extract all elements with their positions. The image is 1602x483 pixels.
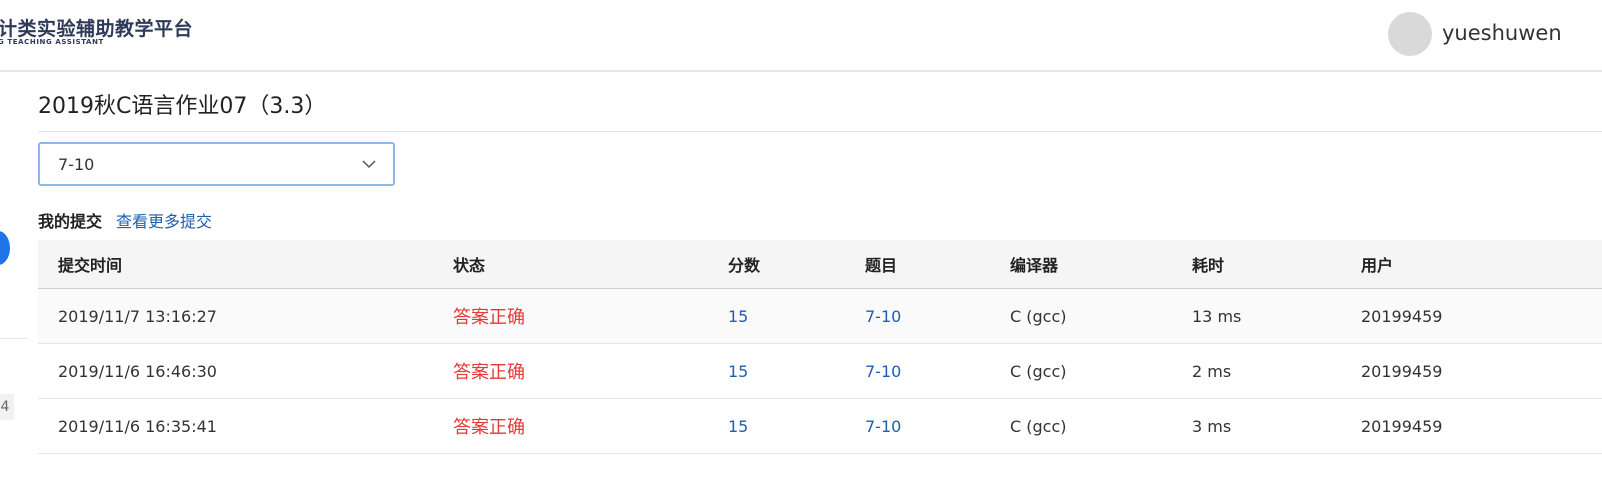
user-id: 20199459 xyxy=(1361,416,1443,436)
column-header-time[interactable]: 提交时间 xyxy=(58,240,122,288)
column-header-compiler[interactable]: 编译器 xyxy=(1010,240,1058,288)
submit-time: 2019/11/7 13:16:27 xyxy=(58,306,217,326)
column-header-user[interactable]: 用户 xyxy=(1361,240,1393,288)
sidebar-badge[interactable]: 4 xyxy=(0,394,14,420)
avatar[interactable] xyxy=(1388,12,1432,56)
column-header-duration[interactable]: 耗时 xyxy=(1192,240,1224,288)
problem-link[interactable]: 7-10 xyxy=(865,289,901,343)
score-link[interactable]: 15 xyxy=(728,344,748,398)
problem-select[interactable]: 7-10 xyxy=(38,142,395,186)
username[interactable]: yueshuwen xyxy=(1442,21,1562,45)
submissions-table: 提交时间 状态 分数 题目 编译器 耗时 用户 2019/11/7 13:16:… xyxy=(38,240,1602,454)
compiler: C (gcc) xyxy=(1010,361,1067,381)
duration: 3 ms xyxy=(1192,416,1232,436)
table-row[interactable]: 2019/11/6 16:35:41 答案正确 15 7-10 C (gcc) … xyxy=(38,399,1602,454)
user-id: 20199459 xyxy=(1361,361,1443,381)
problem-link[interactable]: 7-10 xyxy=(865,344,901,398)
user-id: 20199459 xyxy=(1361,306,1443,326)
view-more-submissions-link[interactable]: 查看更多提交 xyxy=(116,208,212,232)
submit-time: 2019/11/6 16:35:41 xyxy=(58,416,217,436)
problem-select-value: 7-10 xyxy=(58,155,95,174)
duration: 2 ms xyxy=(1192,361,1232,381)
compiler: C (gcc) xyxy=(1010,416,1067,436)
column-header-status[interactable]: 状态 xyxy=(453,240,485,288)
status-badge[interactable]: 答案正确 xyxy=(453,289,525,343)
logo-subtitle: G TEACHING ASSISTANT xyxy=(0,38,104,46)
problem-link[interactable]: 7-10 xyxy=(865,399,901,453)
table-row[interactable]: 2019/11/6 16:46:30 答案正确 15 7-10 C (gcc) … xyxy=(38,344,1602,399)
my-submissions-label: 我的提交 xyxy=(38,212,103,231)
table-header: 提交时间 状态 分数 题目 编译器 耗时 用户 xyxy=(38,240,1602,289)
table-row[interactable]: 2019/11/7 13:16:27 答案正确 15 7-10 C (gcc) … xyxy=(38,289,1602,344)
score-link[interactable]: 15 xyxy=(728,289,748,343)
sidebar-active-indicator[interactable] xyxy=(0,231,10,265)
status-badge[interactable]: 答案正确 xyxy=(453,344,525,398)
column-header-score[interactable]: 分数 xyxy=(728,240,760,288)
status-badge[interactable]: 答案正确 xyxy=(453,399,525,453)
submit-time: 2019/11/6 16:46:30 xyxy=(58,361,217,381)
compiler: C (gcc) xyxy=(1010,306,1067,326)
score-link[interactable]: 15 xyxy=(728,399,748,453)
duration: 13 ms xyxy=(1192,306,1242,326)
page-title: 2019秋C语言作业07（3.3） xyxy=(38,94,327,119)
chevron-down-icon xyxy=(362,160,376,169)
title-divider xyxy=(38,131,1602,132)
sidebar-divider xyxy=(0,338,28,339)
top-header: 计类实验辅助教学平台 G TEACHING ASSISTANT yueshuwe… xyxy=(0,0,1602,72)
column-header-problem[interactable]: 题目 xyxy=(865,240,897,288)
logo-title[interactable]: 计类实验辅助教学平台 xyxy=(0,14,193,41)
